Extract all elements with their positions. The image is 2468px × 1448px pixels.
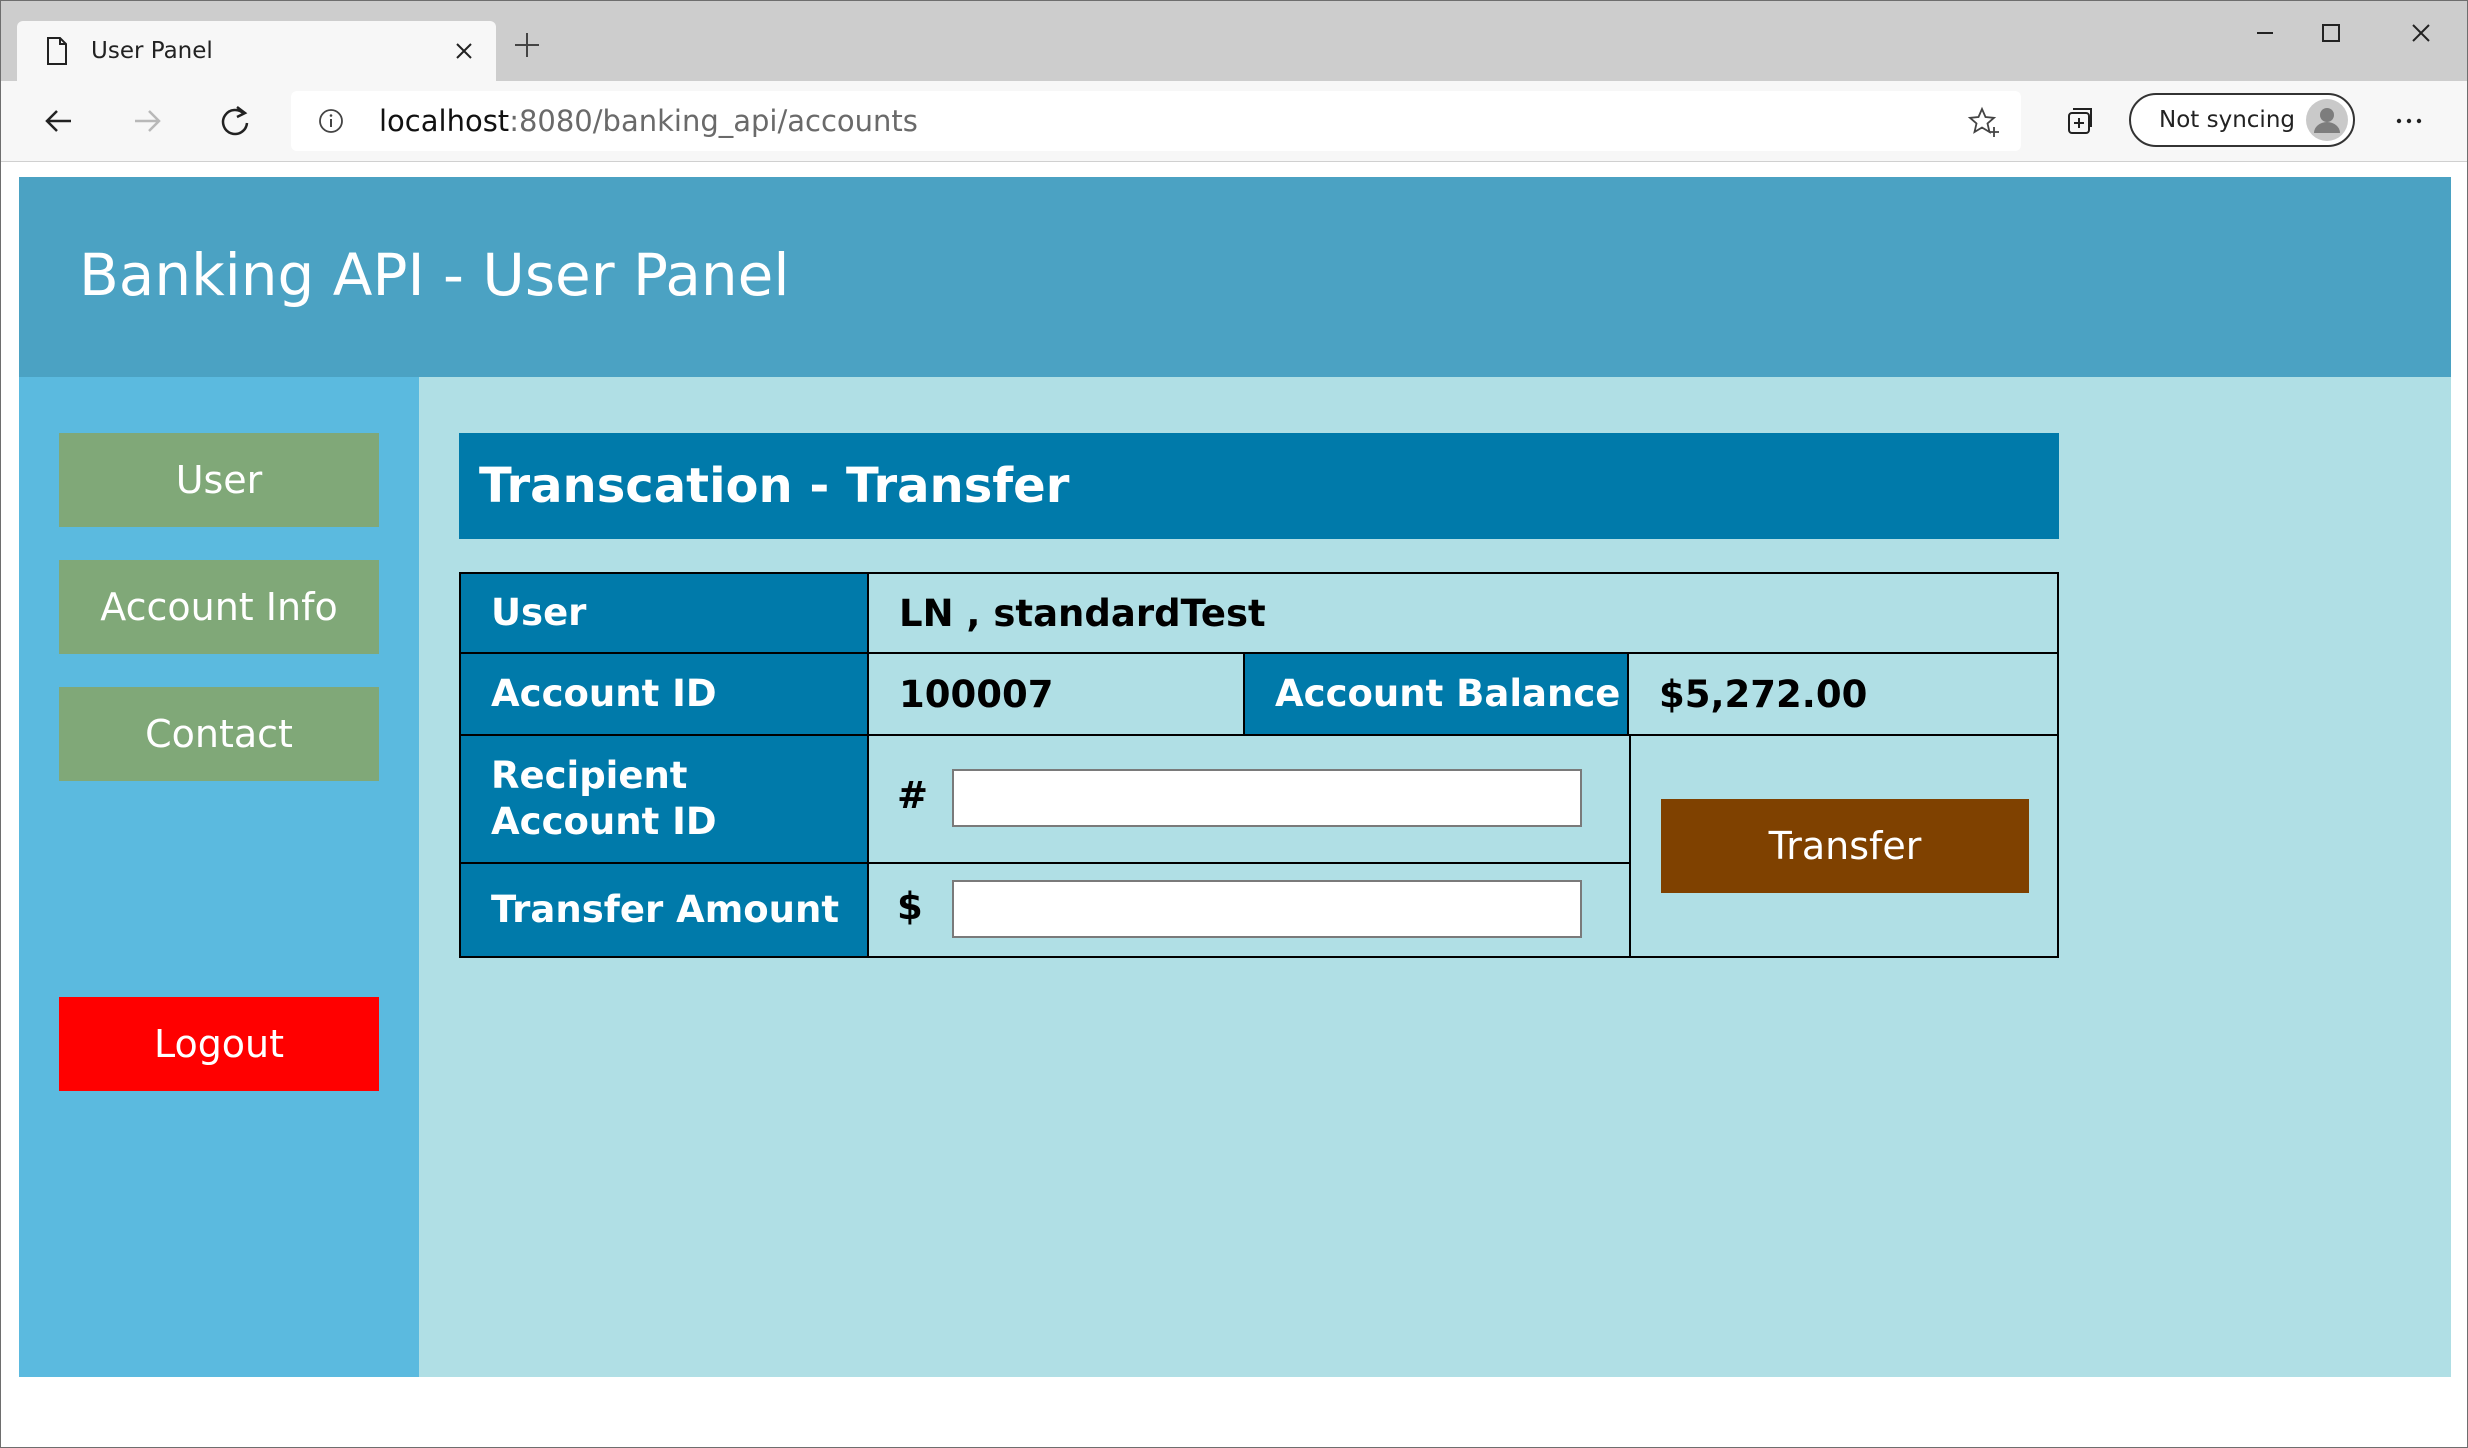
- profile-sync-button[interactable]: Not syncing: [2129, 93, 2355, 147]
- url-host: localhost: [379, 104, 510, 138]
- section-title: Transcation - Transfer: [459, 433, 2059, 539]
- close-tab-icon[interactable]: [450, 37, 478, 65]
- new-tab-icon[interactable]: [511, 29, 543, 61]
- logout-button[interactable]: Logout: [59, 997, 379, 1091]
- transfer-amount-label: Transfer Amount: [459, 862, 869, 958]
- nav-account-info-button[interactable]: Account Info: [59, 560, 379, 654]
- browser-window: User Panel localhost:8080/banking_api/ac…: [0, 0, 2468, 1448]
- account-id-label: Account ID: [459, 652, 869, 736]
- browser-toolbar: localhost:8080/banking_api/accounts Not …: [1, 81, 2467, 162]
- nav-user-button[interactable]: User: [59, 433, 379, 527]
- user-value: LN , standardTest: [867, 572, 2059, 654]
- transfer-button[interactable]: Transfer: [1661, 799, 2029, 893]
- recipient-hash-prefix: #: [897, 774, 929, 817]
- maximize-icon[interactable]: [2311, 13, 2351, 53]
- url-path: :8080/banking_api/accounts: [509, 104, 918, 138]
- forward-icon[interactable]: [125, 99, 169, 143]
- refresh-icon[interactable]: [213, 99, 257, 143]
- main-content: Transcation - Transfer User LN , standar…: [419, 377, 2451, 1377]
- recipient-account-id-label: Recipient Account ID: [459, 734, 869, 864]
- account-balance-label: Account Balance: [1243, 652, 1629, 736]
- amount-dollar-prefix: $: [897, 885, 923, 928]
- collections-icon[interactable]: [2057, 99, 2101, 143]
- web-page: Banking API - User Panel User Account In…: [19, 177, 2451, 1377]
- recipient-account-id-input[interactable]: [952, 769, 1582, 827]
- more-options-icon[interactable]: [2387, 99, 2431, 143]
- document-icon: [47, 37, 67, 65]
- user-label: User: [459, 572, 869, 654]
- address-bar[interactable]: localhost:8080/banking_api/accounts: [291, 91, 2021, 151]
- account-id-value: 100007: [867, 652, 1245, 736]
- site-info-icon[interactable]: [317, 107, 345, 135]
- page-header: Banking API - User Panel: [19, 177, 2451, 377]
- url-text: localhost:8080/banking_api/accounts: [379, 101, 918, 141]
- account-balance-value: $5,272.00: [1627, 652, 2059, 736]
- minimize-icon[interactable]: [2245, 13, 2285, 53]
- tab-strip: User Panel: [1, 1, 2467, 81]
- tab-title: User Panel: [91, 38, 213, 64]
- favorite-star-icon[interactable]: [1967, 105, 2001, 139]
- page-title: Banking API - User Panel: [79, 241, 790, 309]
- back-icon[interactable]: [37, 99, 81, 143]
- avatar-icon: [2306, 99, 2348, 141]
- sync-label: Not syncing: [2159, 107, 2295, 133]
- nav-contact-button[interactable]: Contact: [59, 687, 379, 781]
- sidebar: User Account Info Contact Logout: [19, 377, 419, 1377]
- browser-tab[interactable]: User Panel: [17, 21, 496, 81]
- transfer-amount-input[interactable]: [952, 880, 1582, 938]
- close-window-icon[interactable]: [2401, 13, 2441, 53]
